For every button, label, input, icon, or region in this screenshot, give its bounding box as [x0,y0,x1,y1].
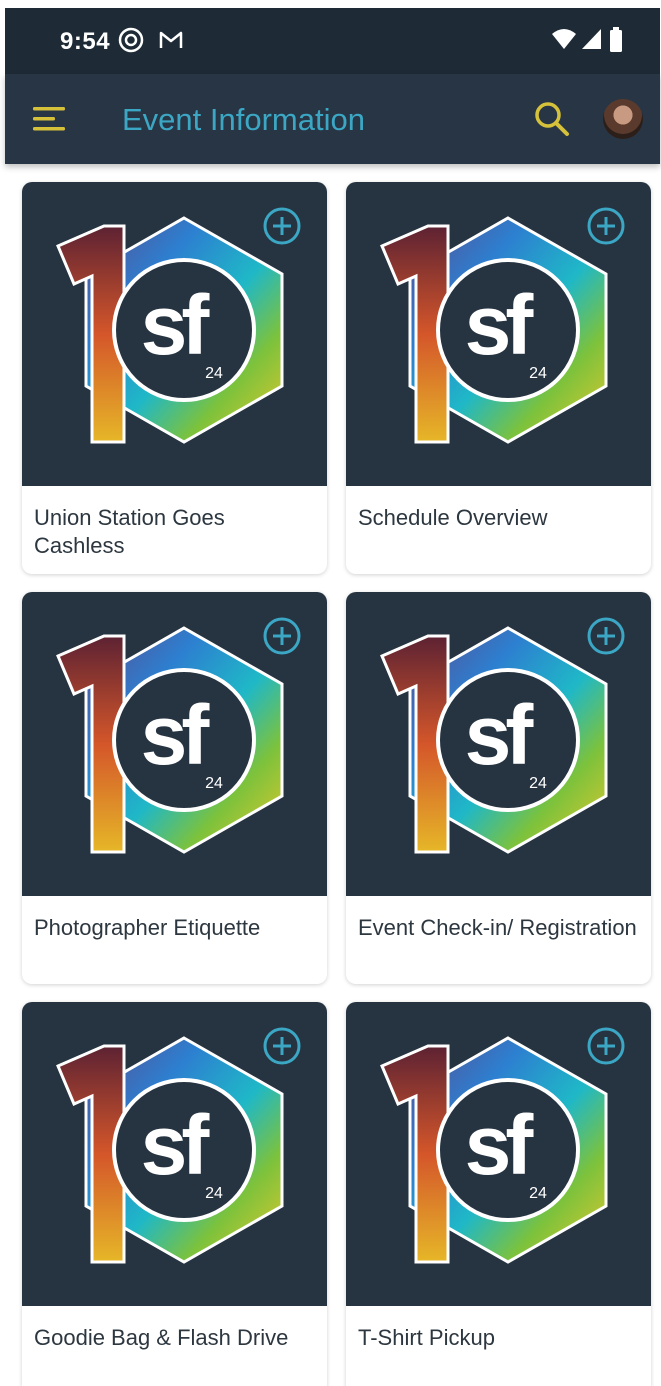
at-sign-icon [117,26,145,59]
card-image [22,592,327,896]
card-image [346,1002,651,1306]
card-tshirt-pickup[interactable]: T-Shirt Pickup [346,1002,651,1386]
search-icon[interactable] [532,100,572,140]
card-image [346,592,651,896]
signal-icon [581,26,603,57]
card-title: T-Shirt Pickup [358,1325,495,1350]
card-image [22,182,327,486]
card-goodie-bag[interactable]: Goodie Bag & Flash Drive [22,1002,327,1386]
app-bar: Event Information [5,74,660,164]
status-bar: 9:54 [5,8,660,74]
card-image [346,182,651,486]
card-event-checkin[interactable]: Event Check-in/ Registration [346,592,651,984]
card-photographer-etiquette[interactable]: Photographer Etiquette [22,592,327,984]
card-title: Schedule Overview [358,505,548,530]
avatar[interactable] [603,99,643,139]
gmail-icon [157,26,185,59]
card-union-station[interactable]: Union Station Goes Cashless [22,182,327,574]
plus-circle-icon[interactable] [262,1026,302,1066]
plus-circle-icon[interactable] [262,206,302,246]
card-schedule-overview[interactable]: Schedule Overview [346,182,651,574]
plus-circle-icon[interactable] [262,616,302,656]
screen: 9:54 Event Information Union Station Goe… [0,0,661,1386]
battery-icon [609,26,623,59]
page-title: Event Information [122,102,365,137]
hamburger-menu-icon[interactable] [31,104,67,134]
wifi-icon [551,26,577,57]
plus-circle-icon[interactable] [586,1026,626,1066]
card-title: Union Station Goes Cashless [34,505,225,558]
status-time: 9:54 [60,28,111,55]
card-title: Event Check-in/ Registration [358,915,637,940]
plus-circle-icon[interactable] [586,616,626,656]
plus-circle-icon[interactable] [586,206,626,246]
card-image [22,1002,327,1306]
card-title: Goodie Bag & Flash Drive [34,1325,289,1350]
card-title: Photographer Etiquette [34,915,261,940]
